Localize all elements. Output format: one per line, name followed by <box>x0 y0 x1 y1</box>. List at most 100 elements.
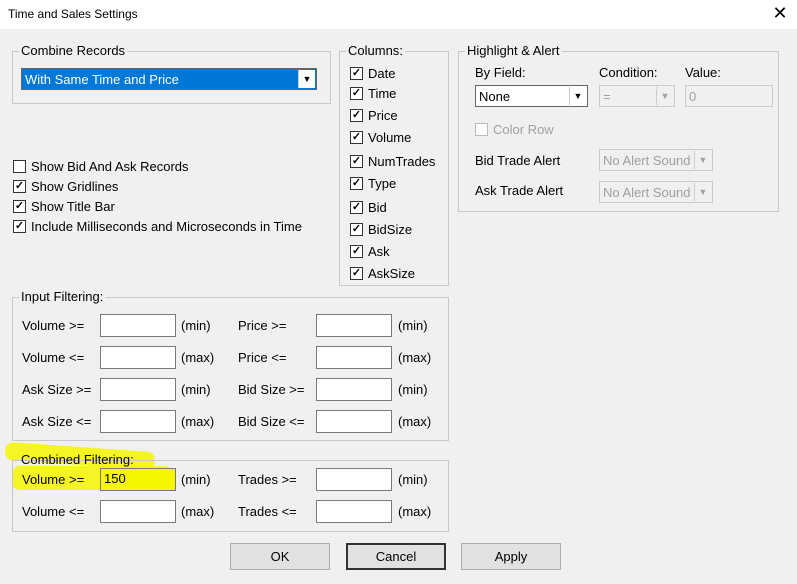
checkbox-label: AskSize <box>368 266 415 281</box>
column-checkbox-price[interactable]: ✓ Price <box>350 108 398 123</box>
unit-label: (max) <box>181 504 215 519</box>
chevron-down-icon: ▼ <box>694 183 711 201</box>
checkbox-label: Ask <box>368 244 390 259</box>
unit-label: (max) <box>398 414 432 429</box>
checkbox-box: ✓ <box>350 267 363 280</box>
filter-input[interactable] <box>100 410 176 433</box>
option-checkbox[interactable]: ✓ Include Milliseconds and Microseconds i… <box>13 219 302 234</box>
filter-label: Ask Size >= <box>22 382 92 397</box>
column-checkbox-date[interactable]: ✓ Date <box>350 66 395 81</box>
by-field-label: By Field: <box>475 65 526 80</box>
checkbox-label: Date <box>368 66 396 81</box>
option-checkbox[interactable]: ✓ Show Title Bar <box>13 199 115 214</box>
column-checkbox-time[interactable]: ✓ Time <box>350 86 396 101</box>
ask-trade-alert-label: Ask Trade Alert <box>475 183 564 198</box>
checkbox-label: Volume <box>368 130 412 145</box>
group-legend: Combined Filtering: <box>21 452 134 467</box>
chevron-down-icon: ▼ <box>298 70 315 88</box>
filter-label: Volume >= <box>22 472 85 487</box>
condition-select[interactable]: = ▼ <box>599 85 675 107</box>
column-checkbox-bidsize[interactable]: ✓ BidSize <box>350 222 412 237</box>
ok-button[interactable]: OK <box>230 543 330 570</box>
column-checkbox-bid[interactable]: ✓ Bid <box>350 200 387 215</box>
column-checkbox-type[interactable]: ✓ Type <box>350 176 396 191</box>
bid-trade-alert-select[interactable]: No Alert Sound ▼ <box>599 149 713 171</box>
selected-value: = <box>603 88 611 104</box>
checkbox-box: ✓ <box>350 177 363 190</box>
checkbox-box: ✓ <box>350 245 363 258</box>
window-title: Time and Sales Settings <box>8 7 138 21</box>
checkbox-label: NumTrades <box>368 154 436 169</box>
filter-input[interactable] <box>100 500 176 523</box>
filter-input[interactable] <box>316 346 392 369</box>
checkbox-box: ✓ <box>13 180 26 193</box>
filter-input[interactable] <box>100 346 176 369</box>
option-checkbox[interactable]: Show Bid And Ask Records <box>13 159 189 174</box>
group-legend: Input Filtering: <box>19 289 106 304</box>
filter-label: Price <= <box>238 350 287 365</box>
unit-label: (min) <box>398 472 428 487</box>
color-row-checkbox[interactable]: Color Row <box>475 122 554 137</box>
bid-trade-alert-label: Bid Trade Alert <box>475 153 561 168</box>
value-label: Value: <box>685 65 721 80</box>
combine-records-group: Combine Records With Same Time and Price… <box>12 43 331 104</box>
filter-input[interactable] <box>316 500 392 523</box>
title-bar: Time and Sales Settings ✕ <box>0 0 797 29</box>
checkbox-label: Bid <box>368 200 387 215</box>
combine-records-select[interactable]: With Same Time and Price ▼ <box>21 68 317 90</box>
column-checkbox-volume[interactable]: ✓ Volume <box>350 130 411 145</box>
filter-label: Bid Size >= <box>238 382 305 397</box>
checkbox-box: ✓ <box>13 200 26 213</box>
checkbox-label: Price <box>368 108 398 123</box>
option-checkbox[interactable]: ✓ Show Gridlines <box>13 179 118 194</box>
checkbox-box: ✓ <box>350 201 363 214</box>
unit-label: (min) <box>181 472 211 487</box>
checkbox-label: Color Row <box>493 122 554 137</box>
chevron-down-icon: ▼ <box>656 87 673 105</box>
column-checkbox-numtrades[interactable]: ✓ NumTrades <box>350 154 435 169</box>
checkbox-box: ✓ <box>350 87 363 100</box>
column-checkbox-ask[interactable]: ✓ Ask <box>350 244 390 259</box>
filter-input[interactable] <box>316 410 392 433</box>
unit-label: (min) <box>398 318 428 333</box>
filter-label: Volume <= <box>22 350 85 365</box>
checkbox-box <box>475 123 488 136</box>
checkbox-label: Show Bid And Ask Records <box>31 159 189 174</box>
filter-label: Price >= <box>238 318 287 333</box>
unit-label: (max) <box>398 504 432 519</box>
filter-input[interactable] <box>316 468 392 491</box>
unit-label: (min) <box>181 318 211 333</box>
column-checkbox-asksize[interactable]: ✓ AskSize <box>350 266 415 281</box>
checkbox-label: BidSize <box>368 222 413 237</box>
chevron-down-icon: ▼ <box>694 151 711 169</box>
unit-label: (min) <box>398 382 428 397</box>
checkbox-box <box>13 160 26 173</box>
checkbox-box: ✓ <box>13 220 26 233</box>
unit-label: (min) <box>181 382 211 397</box>
cancel-button[interactable]: Cancel <box>346 543 446 570</box>
checkbox-box: ✓ <box>350 155 363 168</box>
ask-trade-alert-select[interactable]: No Alert Sound ▼ <box>599 181 713 203</box>
selected-value: No Alert Sound <box>603 184 691 200</box>
unit-label: (max) <box>181 350 215 365</box>
by-field-select[interactable]: None ▼ <box>475 85 588 107</box>
filter-input[interactable]: 150 <box>100 468 176 491</box>
filter-label: Volume <= <box>22 504 85 519</box>
value-text: 0 <box>689 88 697 104</box>
apply-button[interactable]: Apply <box>461 543 561 570</box>
close-icon[interactable]: ✕ <box>770 3 790 24</box>
highlight-alert-group: Highlight & Alert By Field: Condition: V… <box>458 43 779 212</box>
columns-group: Columns: ✓ Date ✓ Time ✓ Price ✓ Volume ✓ NumTrad… <box>339 43 449 286</box>
group-legend: Columns: <box>346 43 405 58</box>
filter-input[interactable] <box>100 378 176 401</box>
checkbox-box: ✓ <box>350 131 363 144</box>
filter-input[interactable] <box>316 378 392 401</box>
value-input[interactable]: 0 <box>685 85 773 107</box>
filter-input[interactable] <box>100 314 176 337</box>
chevron-down-icon: ▼ <box>569 87 586 105</box>
input-filtering-group: Input Filtering: Volume >= (min) Price >… <box>12 289 449 441</box>
selected-value: With Same Time and Price <box>25 71 179 87</box>
checkbox-label: Time <box>368 86 397 101</box>
condition-label: Condition: <box>599 65 658 80</box>
filter-input[interactable] <box>316 314 392 337</box>
